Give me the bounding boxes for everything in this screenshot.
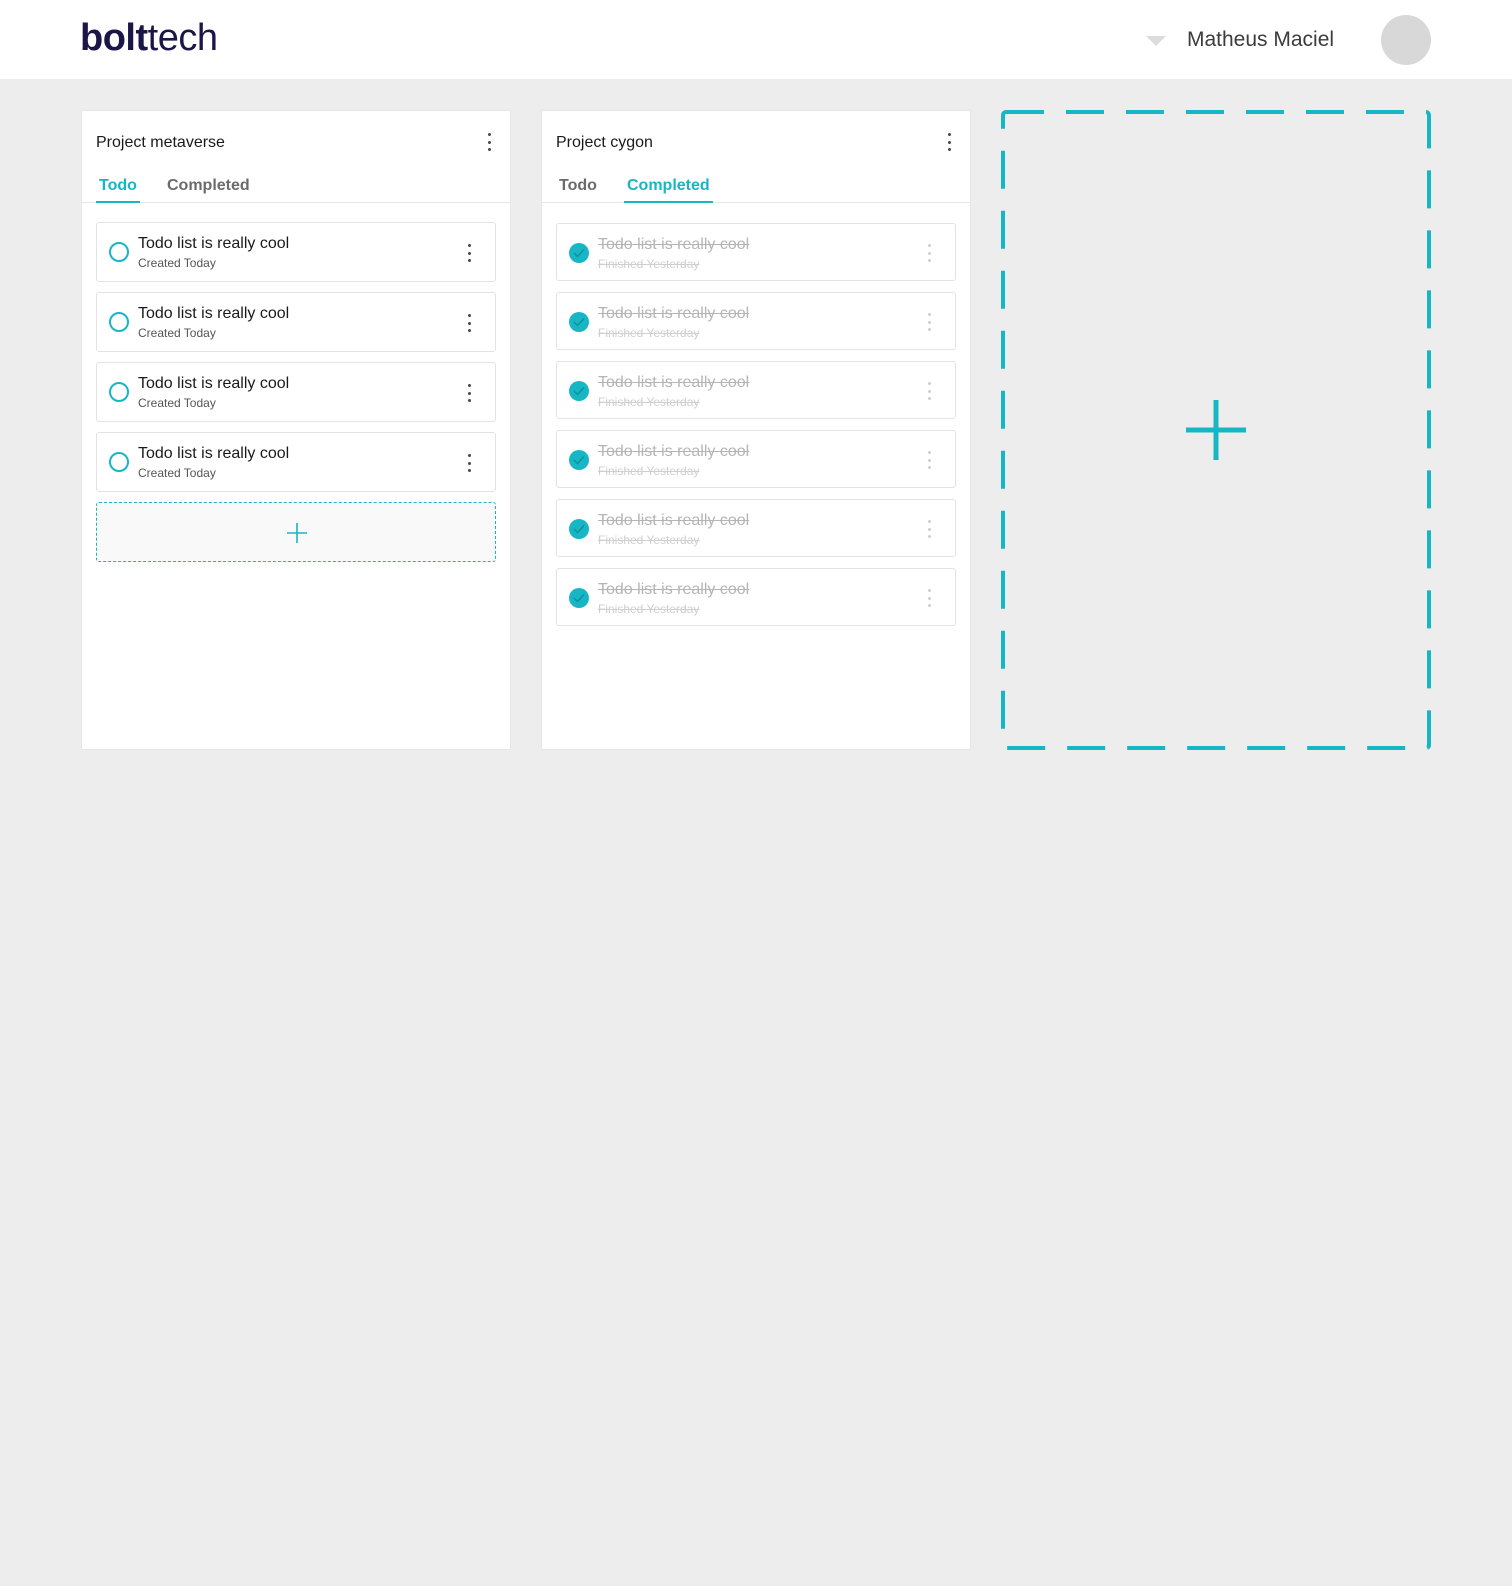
completed-item-title: Todo list is really cool (598, 581, 750, 598)
tab-todo[interactable]: Todo (96, 177, 140, 203)
circle-icon[interactable] (109, 452, 129, 472)
completed-item-title: Todo list is really cool (598, 305, 750, 322)
add-project-button[interactable] (1001, 110, 1431, 750)
project-menu-icon[interactable] (944, 133, 954, 151)
todo-item-title: Todo list is really cool (138, 235, 290, 252)
todo-item-subtitle: Created Today (138, 256, 216, 270)
todo-item-title: Todo list is really cool (138, 445, 290, 462)
todo-item-title: Todo list is really cool (138, 375, 290, 392)
circle-icon[interactable] (109, 242, 129, 262)
item-menu-icon[interactable] (464, 244, 474, 262)
completed-item-subtitle: Finished Yesterday (598, 464, 700, 478)
add-todo-button[interactable] (96, 502, 496, 562)
project-tabs: Todo Completed (82, 171, 510, 203)
completed-item-title: Todo list is really cool (598, 512, 750, 529)
circle-icon[interactable] (109, 312, 129, 332)
project-title: Project metaverse (96, 134, 225, 151)
check-circle-icon[interactable] (569, 450, 589, 470)
todo-item[interactable]: Todo list is really cool Created Today (96, 222, 496, 282)
tab-todo[interactable]: Todo (556, 177, 600, 203)
project-menu-icon[interactable] (484, 133, 494, 151)
completed-item-title: Todo list is really cool (598, 374, 750, 391)
todo-item-subtitle: Created Today (138, 466, 216, 480)
item-menu-icon[interactable] (464, 314, 474, 332)
project-card-metaverse: Project metaverse Todo Completed Todo li… (81, 110, 511, 750)
check-circle-icon[interactable] (569, 519, 589, 539)
check-circle-icon[interactable] (569, 243, 589, 263)
todo-item[interactable]: Todo list is really cool Created Today (96, 292, 496, 352)
completed-item-subtitle: Finished Yesterday (598, 395, 700, 409)
item-menu-icon[interactable] (924, 451, 934, 469)
check-circle-icon[interactable] (569, 588, 589, 608)
completed-item-title: Todo list is really cool (598, 236, 750, 253)
completed-item[interactable]: Todo list is really cool Finished Yester… (556, 430, 956, 488)
todo-item[interactable]: Todo list is really cool Created Today (96, 362, 496, 422)
check-circle-icon[interactable] (569, 381, 589, 401)
project-tabs: Todo Completed (542, 171, 970, 203)
completed-item-subtitle: Finished Yesterday (598, 326, 700, 340)
item-menu-icon[interactable] (924, 589, 934, 607)
plus-icon (1186, 400, 1246, 460)
completed-item-title: Todo list is really cool (598, 443, 750, 460)
completed-item-subtitle: Finished Yesterday (598, 257, 700, 271)
circle-icon[interactable] (109, 382, 129, 402)
item-menu-icon[interactable] (924, 520, 934, 538)
plus-icon (287, 523, 307, 543)
item-menu-icon[interactable] (924, 313, 934, 331)
logo-light-text: tech (147, 17, 218, 59)
completed-item[interactable]: Todo list is really cool Finished Yester… (556, 223, 956, 281)
completed-item-subtitle: Finished Yesterday (598, 602, 700, 616)
project-title: Project cygon (556, 134, 653, 151)
tab-completed[interactable]: Completed (624, 177, 713, 203)
item-menu-icon[interactable] (464, 384, 474, 402)
completed-item[interactable]: Todo list is really cool Finished Yester… (556, 499, 956, 557)
tab-completed[interactable]: Completed (164, 177, 253, 203)
user-menu-caret-icon[interactable] (1146, 36, 1166, 46)
bolttech-logo[interactable]: bolttech (80, 17, 218, 59)
item-menu-icon[interactable] (924, 382, 934, 400)
avatar[interactable] (1381, 15, 1431, 65)
completed-item[interactable]: Todo list is really cool Finished Yester… (556, 568, 956, 626)
todo-item-subtitle: Created Today (138, 326, 216, 340)
top-bar: bolttech Matheus Maciel (0, 0, 1512, 79)
completed-item[interactable]: Todo list is really cool Finished Yester… (556, 292, 956, 350)
item-menu-icon[interactable] (924, 244, 934, 262)
todo-item-subtitle: Created Today (138, 396, 216, 410)
project-card-cygon: Project cygon Todo Completed Todo list i… (541, 110, 971, 750)
completed-item[interactable]: Todo list is really cool Finished Yester… (556, 361, 956, 419)
check-circle-icon[interactable] (569, 312, 589, 332)
completed-item-subtitle: Finished Yesterday (598, 533, 700, 547)
todo-item[interactable]: Todo list is really cool Created Today (96, 432, 496, 492)
logo-bold-text: bolt (80, 17, 148, 59)
user-name[interactable]: Matheus Maciel (1187, 27, 1334, 53)
item-menu-icon[interactable] (464, 454, 474, 472)
todo-item-title: Todo list is really cool (138, 305, 290, 322)
